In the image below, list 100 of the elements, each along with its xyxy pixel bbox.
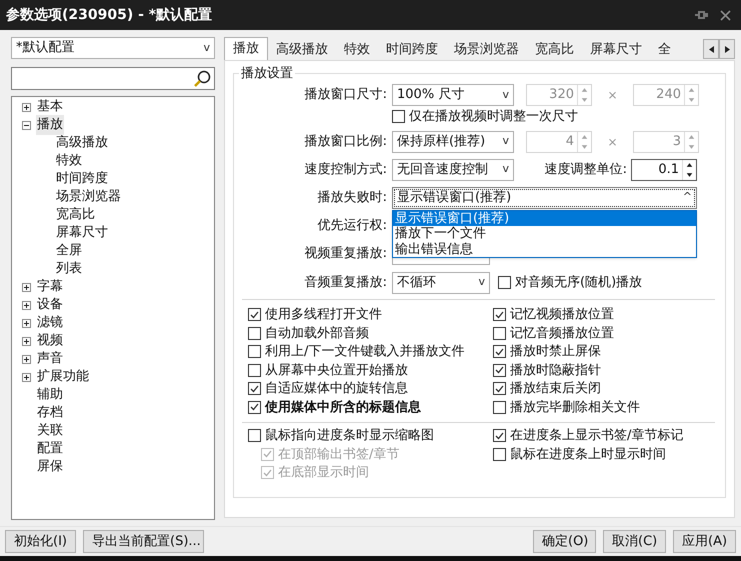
tab[interactable]: 时间跨度 [378, 40, 446, 60]
tree-item[interactable]: 列表 [56, 259, 82, 279]
pin-icon[interactable] [694, 9, 708, 21]
checkbox[interactable] [248, 400, 261, 414]
collapse-icon[interactable] [22, 120, 31, 130]
tab[interactable]: 宽高比 [527, 40, 582, 60]
checkbox[interactable] [493, 400, 506, 414]
left-arrow-icon [708, 46, 714, 52]
checkbox[interactable] [248, 429, 261, 442]
checkmark-icon [250, 403, 259, 412]
tab[interactable]: 播放 [224, 37, 268, 60]
scroll-left-button[interactable] [703, 39, 719, 59]
checkbox-label: 自动加载外部音频 [265, 324, 369, 342]
checkbox[interactable] [248, 308, 261, 322]
caret-icon: v [203, 40, 210, 56]
scroll-right-button[interactable] [719, 39, 735, 59]
dropdown[interactable]: 显示错误窗口(推荐) ^ [392, 186, 697, 208]
dropdown-option[interactable]: 播放下一个文件 [393, 226, 696, 242]
checkbox[interactable] [493, 326, 506, 340]
checkbox[interactable] [248, 364, 261, 377]
checkmark-icon [263, 468, 272, 477]
tree-item[interactable]: 场景浏览器 [56, 187, 121, 207]
tree-item[interactable]: 宽高比 [56, 205, 95, 225]
tab[interactable]: 场景浏览器 [446, 40, 527, 60]
dropdown[interactable]: 不循环 v [392, 272, 490, 294]
checkmark-icon [495, 310, 504, 319]
tree-item[interactable]: 播放 [36, 115, 64, 135]
dropdown-option[interactable]: 显示错误窗口(推荐) [393, 210, 696, 226]
times-sign: × [606, 87, 619, 104]
field-label: 音频重复播放: [304, 274, 388, 292]
checkbox[interactable] [493, 382, 506, 396]
checkbox[interactable] [493, 364, 506, 377]
tree-item[interactable]: 全屏 [56, 241, 82, 261]
checkbox-label: 播放结束后关闭 [510, 380, 601, 398]
tree-item[interactable]: 字幕 [36, 277, 64, 297]
expand-icon[interactable] [22, 354, 31, 364]
tree-item[interactable]: 基本 [36, 97, 64, 117]
tree-item[interactable]: 扩展功能 [36, 367, 90, 387]
search-icon[interactable] [193, 70, 211, 88]
dropdown[interactable]: 无回音速度控制 v [392, 158, 514, 180]
checkbox[interactable] [248, 382, 261, 396]
times-sign: × [606, 134, 619, 150]
checkbox-label: 利用上/下一文件键载入并播放文件 [265, 343, 464, 361]
checkbox[interactable] [493, 448, 506, 461]
dialog-button[interactable]: 取消(C) [603, 530, 666, 553]
dialog-button[interactable]: 确定(O) [533, 530, 596, 553]
checkbox-label: 使用多线程打开文件 [265, 306, 382, 324]
checkbox-label: 播放完毕删除相关文件 [510, 398, 640, 416]
checkbox[interactable] [392, 110, 405, 123]
expand-icon[interactable] [22, 372, 31, 382]
checkbox[interactable] [498, 276, 511, 289]
dialog-button[interactable]: 初始化(I) [5, 530, 76, 553]
number-field[interactable]: 0.1 [631, 158, 697, 180]
tree-item[interactable]: 声音 [36, 349, 64, 369]
tree-item[interactable]: 屏幕尺寸 [56, 223, 108, 243]
field-label: 速度控制方式: [304, 160, 388, 179]
close-icon[interactable] [720, 10, 731, 20]
checkbox[interactable] [493, 345, 506, 358]
tree-item[interactable]: 辅助 [36, 385, 64, 405]
tab[interactable]: 全 [650, 40, 679, 60]
tree-item[interactable]: 高级播放 [56, 133, 108, 153]
dropdown-option[interactable]: 输出错误信息 [393, 242, 696, 257]
field-label: 速度调整单位: [544, 160, 628, 179]
checkmark-icon [495, 384, 504, 393]
search-field[interactable] [11, 67, 215, 90]
expand-icon[interactable] [22, 318, 31, 328]
expand-icon[interactable] [22, 300, 31, 310]
tab[interactable]: 高级播放 [268, 40, 336, 60]
checkbox-label: 在顶部输出书签/章节 [278, 446, 400, 464]
tree-item[interactable]: 屏保 [36, 457, 64, 477]
checkbox[interactable] [248, 345, 261, 358]
caret-icon: v [502, 86, 509, 104]
checkbox-label: 对音频无序(随机)播放 [515, 274, 642, 292]
field-label: 播放失败时: [316, 188, 388, 207]
tree-item[interactable]: 时间跨度 [56, 169, 108, 189]
tab[interactable]: 屏幕尺寸 [582, 40, 650, 60]
tree-item[interactable]: 特效 [56, 151, 82, 171]
checkbox-label: 从屏幕中央位置开始播放 [265, 362, 408, 380]
tree-item[interactable]: 视频 [36, 331, 64, 351]
expand-icon[interactable] [22, 102, 31, 112]
dialog-button[interactable]: 导出当前配置(S)... [83, 530, 204, 553]
tree-item[interactable]: 滤镜 [36, 313, 64, 333]
expand-icon[interactable] [22, 282, 31, 292]
tree-item[interactable]: 关联 [36, 421, 64, 441]
field-label: 播放窗口尺寸: [304, 86, 388, 104]
tree-item[interactable]: 存档 [36, 403, 64, 423]
checkbox[interactable] [248, 326, 261, 340]
checkbox[interactable] [493, 429, 506, 442]
tree-item[interactable]: 配置 [36, 439, 64, 459]
expand-icon[interactable] [22, 336, 31, 346]
dropdown[interactable]: *默认配置 v [11, 37, 215, 59]
checkbox-label: 自适应媒体中的旋转信息 [265, 380, 408, 398]
checkbox-label: 记忆音频播放位置 [510, 324, 614, 342]
window-title: 参数选项(230905) - *默认配置 [6, 6, 214, 24]
tab[interactable]: 特效 [336, 40, 378, 60]
tree-item[interactable]: 设备 [36, 295, 64, 315]
dialog-button[interactable]: 应用(A) [673, 530, 736, 553]
checkbox-label: 仅在播放视频时调整一次尺寸 [409, 108, 578, 126]
checkbox[interactable] [493, 308, 506, 322]
checkmark-icon [250, 384, 259, 393]
